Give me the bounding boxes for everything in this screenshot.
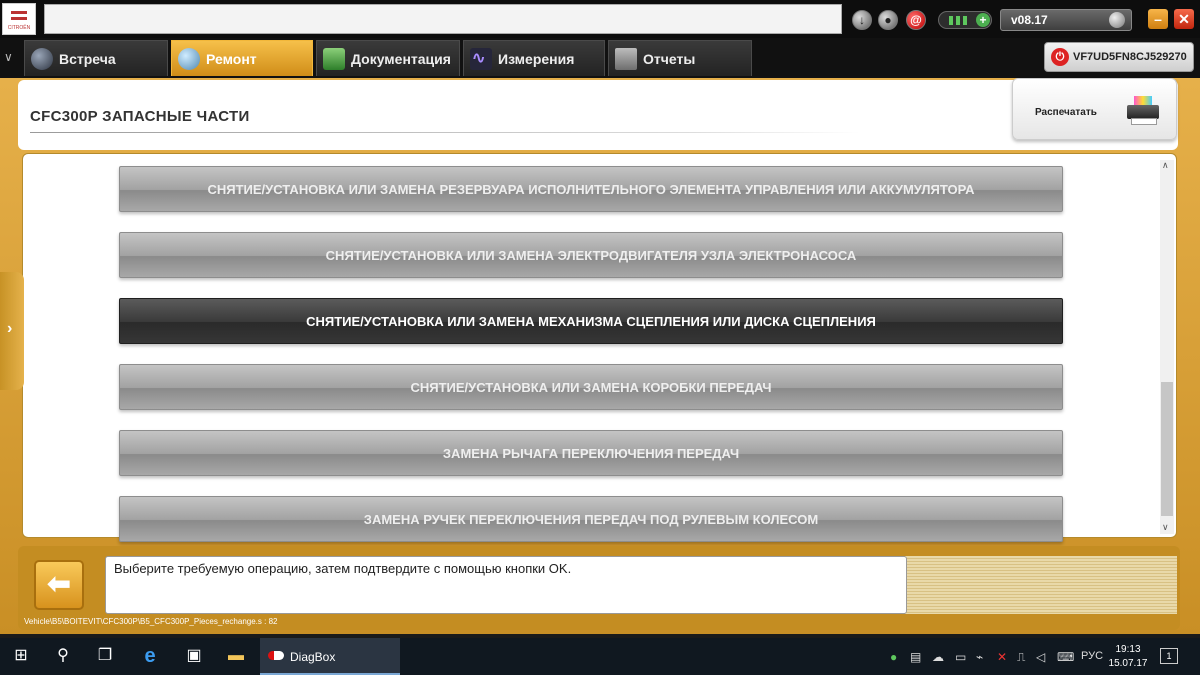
diagbox-icon: [268, 651, 284, 660]
logo-brand-text: CITROËN: [7, 25, 31, 31]
report-icon: [615, 48, 637, 70]
usb-icon[interactable]: ⎍: [1017, 650, 1025, 665]
taskbar-clock[interactable]: 19:13 15.07.17: [1108, 643, 1148, 671]
scrollbar-thumb[interactable]: [1161, 382, 1173, 516]
settings-knob-icon[interactable]: [1109, 12, 1125, 28]
windows-start-icon[interactable]: ⊞: [10, 647, 32, 665]
download-icon[interactable]: ↓: [852, 10, 872, 30]
mail-at-icon[interactable]: @: [906, 10, 926, 30]
edge-browser-icon[interactable]: e: [139, 646, 161, 666]
operation-button[interactable]: ЗАМЕНА РУЧЕК ПЕРЕКЛЮЧЕНИЯ ПЕРЕДАЧ ПОД РУ…: [119, 496, 1063, 542]
chevron-right-icon: ›: [7, 320, 13, 337]
file-explorer-icon[interactable]: ▬: [225, 647, 247, 665]
notifications-icon[interactable]: 1: [1160, 648, 1178, 664]
operation-button[interactable]: ЗАМЕНА РЫЧАГА ПЕРЕКЛЮЧЕНИЯ ПЕРЕДАЧ: [119, 430, 1063, 476]
search-icon[interactable]: ⚲: [52, 647, 74, 665]
vin-text: VF7UD5FN8CJ529270: [1073, 51, 1187, 63]
title-divider: [30, 132, 860, 133]
tab-reports[interactable]: Отчеты: [608, 40, 752, 76]
cloud-icon[interactable]: ☁: [932, 650, 944, 664]
display-icon[interactable]: ▤: [910, 650, 921, 664]
network-icon[interactable]: ⌁: [976, 650, 983, 664]
operation-button[interactable]: СНЯТИЕ/УСТАНОВКА ИЛИ ЗАМЕНА РЕЗЕРВУАРА И…: [119, 166, 1063, 212]
version-display: v08.17: [1000, 9, 1132, 31]
status-ok-icon[interactable]: ●: [890, 650, 897, 664]
scroll-up-icon[interactable]: ∧: [1162, 160, 1169, 171]
store-icon[interactable]: ▣: [183, 647, 205, 665]
clock-time: 19:13: [1115, 644, 1141, 655]
taskbar-app-diagbox[interactable]: DiagBox: [260, 638, 400, 675]
tab-meeting[interactable]: Встреча: [24, 40, 168, 76]
tab-label: Ремонт: [206, 51, 257, 67]
task-view-icon[interactable]: ❐: [94, 647, 116, 665]
side-panel-toggle[interactable]: ›: [0, 272, 24, 390]
keyboard-layout-icon[interactable]: ⌨: [1057, 650, 1074, 664]
connection-battery-indicator[interactable]: +: [938, 11, 992, 29]
version-text: v08.17: [1011, 13, 1048, 27]
tab-label: Документация: [351, 51, 451, 67]
plus-icon[interactable]: +: [976, 13, 990, 27]
printer-icon: [1125, 96, 1161, 125]
tab-repair[interactable]: Ремонт: [171, 40, 313, 76]
address-field[interactable]: [44, 4, 842, 34]
print-label: Распечатать: [1035, 107, 1097, 118]
waveform-icon: [470, 48, 492, 70]
close-button[interactable]: ✕: [1174, 9, 1194, 29]
network-disconnected-icon[interactable]: ✕: [997, 650, 1007, 664]
citroen-logo: CITROËN: [2, 3, 36, 35]
clock-date: 15.07.17: [1108, 658, 1148, 669]
user-icon[interactable]: ●: [878, 10, 898, 30]
instruction-message: Выберите требуемую операцию, затем подтв…: [105, 556, 907, 614]
globe-icon: [31, 48, 53, 70]
language-indicator[interactable]: РУС: [1081, 650, 1103, 662]
tab-label: Отчеты: [643, 51, 696, 67]
back-button[interactable]: ⬅: [34, 560, 84, 610]
tab-label: Встреча: [59, 51, 116, 67]
vehicle-vin-button[interactable]: ⏻ VF7UD5FN8CJ529270: [1044, 42, 1194, 72]
minimize-button[interactable]: –: [1148, 9, 1168, 29]
operation-button[interactable]: СНЯТИЕ/УСТАНОВКА ИЛИ ЗАМЕНА ЭЛЕКТРОДВИГА…: [119, 232, 1063, 278]
print-button[interactable]: Распечатать: [1012, 78, 1177, 140]
scroll-down-icon[interactable]: ∨: [1162, 522, 1169, 533]
magnifier-icon: [178, 48, 200, 70]
battery-icon[interactable]: ▭: [955, 650, 966, 664]
tab-measurements[interactable]: Измерения: [463, 40, 605, 76]
operation-button-selected[interactable]: СНЯТИЕ/УСТАНОВКА ИЛИ ЗАМЕНА МЕХАНИЗМА СЦ…: [119, 298, 1063, 344]
decorative-stripes: [905, 556, 1177, 614]
volume-icon[interactable]: ◁: [1036, 650, 1045, 664]
page-title: CFC300P ЗАПАСНЫЕ ЧАСТИ: [30, 108, 250, 125]
tab-label: Измерения: [498, 51, 575, 67]
power-icon: ⏻: [1051, 48, 1069, 66]
taskbar-app-label: DiagBox: [290, 650, 336, 664]
arrow-left-icon: ⬅: [47, 568, 71, 599]
operation-button[interactable]: СНЯТИЕ/УСТАНОВКА ИЛИ ЗАМЕНА КОРОБКИ ПЕРЕ…: [119, 364, 1063, 410]
tab-documentation[interactable]: Документация: [316, 40, 460, 76]
book-icon: [323, 48, 345, 70]
chevron-down-icon[interactable]: ∨: [4, 50, 13, 64]
script-path: Vehicle\B5\BOITEVIT\CFC300P\B5_CFC300P_P…: [24, 617, 278, 626]
